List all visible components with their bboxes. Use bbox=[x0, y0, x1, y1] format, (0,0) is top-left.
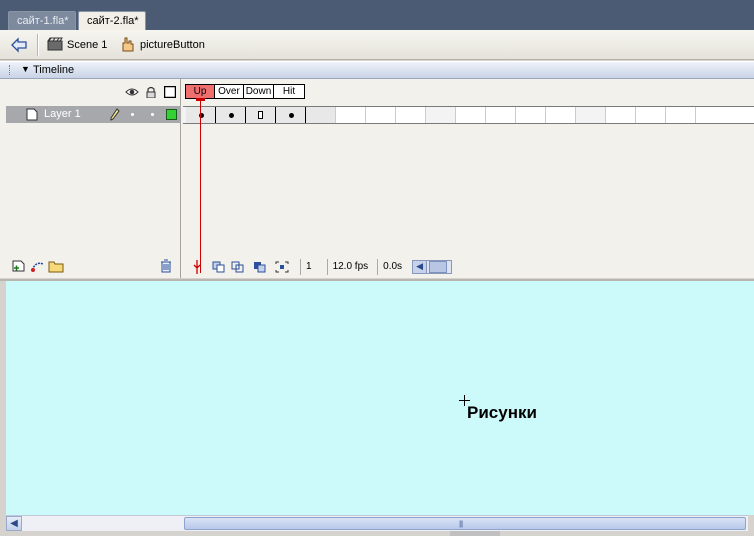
frame-label-down[interactable]: Down bbox=[244, 84, 274, 99]
timeline-header[interactable]: ▼ Timeline bbox=[0, 61, 754, 79]
scene-label: Scene 1 bbox=[67, 39, 108, 51]
keyframe-over[interactable] bbox=[216, 107, 246, 123]
frame-cell[interactable] bbox=[426, 107, 456, 123]
scroll-left-icon[interactable]: ◀ bbox=[413, 261, 428, 273]
insert-layer-icon[interactable] bbox=[11, 259, 27, 276]
onion-skin-outlines-icon[interactable] bbox=[230, 259, 246, 275]
insert-layer-folder-icon[interactable] bbox=[48, 259, 64, 276]
edit-multiple-frames-icon[interactable] bbox=[252, 259, 268, 275]
window-bottom-edge bbox=[0, 531, 754, 536]
scroll-thumb[interactable]: |||| bbox=[184, 517, 746, 530]
document-tab-site1[interactable]: сайт-1.fla* bbox=[8, 11, 76, 30]
layer-frames-row[interactable] bbox=[183, 106, 754, 124]
frame-cell[interactable] bbox=[606, 107, 636, 123]
edit-bar-separator bbox=[37, 34, 39, 56]
keyframe-dot bbox=[229, 113, 234, 118]
timeline-title: Timeline bbox=[33, 64, 75, 76]
frame-cell[interactable] bbox=[636, 107, 666, 123]
frames-panel[interactable]: Up Over Down Hit bbox=[183, 79, 754, 278]
keyframe-down[interactable] bbox=[246, 107, 276, 123]
stage-left-edge bbox=[0, 281, 6, 517]
layer-name: Layer 1 bbox=[44, 108, 81, 120]
center-frame-icon[interactable] bbox=[189, 259, 205, 275]
frame-cell[interactable] bbox=[396, 107, 426, 123]
timeline-status-bar: 1 12.0 fps 0.0s ◀ bbox=[183, 256, 754, 278]
onion-skin-icon[interactable] bbox=[211, 259, 227, 275]
stage-horizontal-scrollbar[interactable]: ◀ |||| bbox=[6, 515, 748, 531]
frame-cell[interactable] bbox=[666, 107, 696, 123]
delete-layer-icon[interactable] bbox=[159, 259, 173, 276]
frame-label-row: Up Over Down Hit bbox=[185, 84, 305, 99]
frame-label-over[interactable]: Over bbox=[215, 84, 244, 99]
symbol-label: pictureButton bbox=[140, 39, 205, 51]
frame-cell[interactable] bbox=[486, 107, 516, 123]
scroll-left-arrow-icon[interactable]: ◀ bbox=[6, 516, 22, 531]
frame-cell[interactable] bbox=[306, 107, 336, 123]
frame-rate-readout[interactable]: 12.0 fps bbox=[326, 259, 374, 275]
scene-icon bbox=[47, 37, 63, 54]
frame-label-hit[interactable]: Hit bbox=[274, 84, 305, 99]
add-motion-guide-icon[interactable] bbox=[30, 259, 46, 276]
layer-page-icon bbox=[26, 108, 38, 124]
layer-list: Layer 1 bbox=[5, 79, 181, 278]
playhead-line[interactable] bbox=[200, 98, 201, 273]
current-frame-readout: 1 bbox=[300, 259, 317, 275]
scroll-thumb[interactable] bbox=[429, 261, 448, 273]
lock-icon[interactable] bbox=[145, 86, 157, 99]
panel-resize-tab[interactable] bbox=[450, 531, 500, 536]
keyframe-up[interactable] bbox=[186, 107, 216, 123]
breadcrumb-symbol[interactable]: pictureButton bbox=[120, 37, 205, 53]
modify-onion-markers-icon[interactable] bbox=[274, 259, 290, 275]
frame-cell[interactable] bbox=[336, 107, 366, 123]
collapse-triangle-icon[interactable]: ▼ bbox=[21, 64, 30, 74]
layer-header bbox=[5, 82, 181, 102]
keyframe-hit[interactable] bbox=[276, 107, 306, 123]
elapsed-time-readout: 0.0s bbox=[377, 259, 407, 275]
frame-cell[interactable] bbox=[576, 107, 606, 123]
lock-dot[interactable] bbox=[151, 113, 154, 116]
outline-icon[interactable] bbox=[163, 85, 177, 99]
back-arrow-icon[interactable] bbox=[10, 37, 28, 53]
layer-outline-color-swatch[interactable] bbox=[166, 109, 177, 120]
eye-icon[interactable] bbox=[125, 86, 139, 98]
edit-bar: Scene 1 pictureButton bbox=[0, 30, 754, 60]
frame-label-up[interactable]: Up bbox=[185, 84, 215, 99]
frame-cell[interactable] bbox=[366, 107, 396, 123]
document-tab-bar: сайт-1.fla* сайт-2.fla* bbox=[0, 0, 754, 30]
timeline-horizontal-scrollbar[interactable]: ◀ bbox=[412, 260, 453, 274]
timeline-panel: Layer 1 Up Over Down Hit 1 12.0 fps 0.0s… bbox=[0, 79, 754, 278]
frame-cell[interactable] bbox=[516, 107, 546, 123]
stage-text-object[interactable]: Рисунки bbox=[467, 403, 537, 423]
button-symbol-icon bbox=[120, 36, 136, 55]
keyframe-dot bbox=[289, 113, 294, 118]
visibility-dot[interactable] bbox=[131, 113, 134, 116]
pencil-icon bbox=[110, 108, 120, 124]
layer-controls bbox=[5, 256, 181, 278]
frame-cell[interactable] bbox=[456, 107, 486, 123]
stage[interactable]: Рисунки bbox=[0, 279, 754, 517]
layer-row[interactable]: Layer 1 bbox=[6, 106, 181, 123]
frame-end-marker bbox=[258, 111, 263, 119]
breadcrumb-scene[interactable]: Scene 1 bbox=[47, 37, 107, 53]
document-tab-site2[interactable]: сайт-2.fla* bbox=[78, 11, 146, 30]
frame-cell[interactable] bbox=[546, 107, 576, 123]
scroll-grip-icon: |||| bbox=[459, 521, 463, 528]
panel-grip-handle[interactable] bbox=[9, 65, 12, 75]
